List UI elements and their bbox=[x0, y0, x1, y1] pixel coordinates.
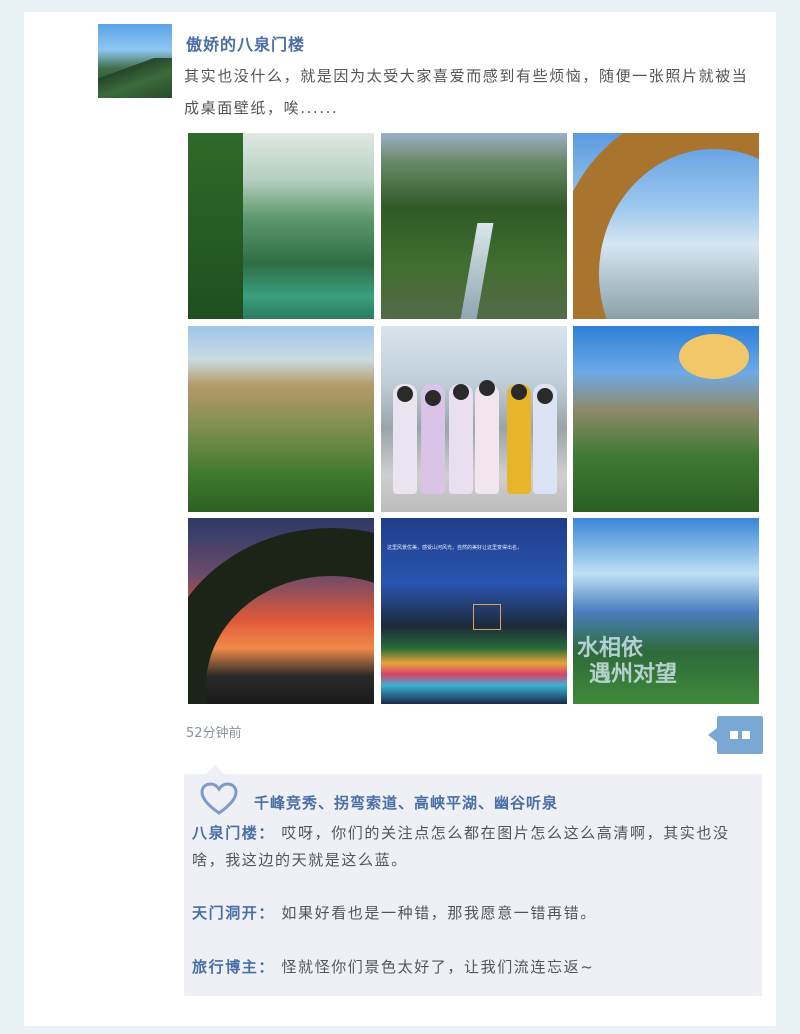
photo-9-caption-line2: 遇州对望 bbox=[589, 662, 678, 687]
comment-author[interactable]: 八泉门楼 bbox=[192, 824, 258, 842]
photo-4[interactable] bbox=[188, 326, 374, 512]
comment-button[interactable] bbox=[708, 716, 763, 754]
post-text: 其实也没什么，就是因为太受大家喜爱而感到有些烦恼，随便一张照片就被当成桌面壁纸，… bbox=[184, 67, 749, 117]
comment-text: 如果好看也是一种错，那我愿意一错再错。 bbox=[281, 904, 597, 922]
avatar[interactable] bbox=[98, 24, 172, 98]
photo-3[interactable] bbox=[573, 133, 759, 319]
photo-5[interactable] bbox=[381, 326, 567, 512]
comment-item[interactable]: 天门洞开： 如果好看也是一种错，那我愿意一错再错。 bbox=[192, 900, 758, 927]
comment-item[interactable]: 八泉门楼： 哎呀，你们的关注点怎么都在图片怎么这么高清啊，其实也没啥，我这边的天… bbox=[192, 820, 758, 874]
comment-text: 怪就怪你们景色太好了，让我们流连忘返~ bbox=[281, 958, 595, 976]
photo-8-caption: 这里风景优美，感受山河风光，自然的美好让这里变得出名， bbox=[387, 545, 523, 551]
author-name[interactable]: 傲娇的八泉门楼 bbox=[186, 31, 305, 55]
feedback-panel: 千峰竞秀、拐弯索道、高峡平湖、幽谷听泉 八泉门楼： 哎呀，你们的关注点怎么都在图… bbox=[184, 765, 762, 996]
photo-8[interactable]: 这里风景优美，感受山河风光，自然的美好让这里变得出名， bbox=[381, 518, 567, 704]
photo-9[interactable]: 水相依 遇州对望 bbox=[573, 518, 759, 704]
comment-author[interactable]: 旅行博主 bbox=[192, 958, 258, 976]
photo-1[interactable] bbox=[188, 133, 374, 319]
comment-item[interactable]: 旅行博主： 怪就怪你们景色太好了，让我们流连忘返~ bbox=[192, 954, 758, 981]
photo-7[interactable] bbox=[188, 518, 374, 704]
heart-icon bbox=[200, 782, 238, 815]
post-timestamp: 52分钟前 bbox=[186, 726, 242, 741]
photo-2[interactable] bbox=[381, 133, 567, 319]
photo-6[interactable] bbox=[573, 326, 759, 512]
likes-list[interactable]: 千峰竞秀、拐弯索道、高峡平湖、幽谷听泉 bbox=[254, 792, 558, 813]
comment-author[interactable]: 天门洞开 bbox=[192, 904, 258, 922]
comment-icon bbox=[730, 731, 738, 739]
